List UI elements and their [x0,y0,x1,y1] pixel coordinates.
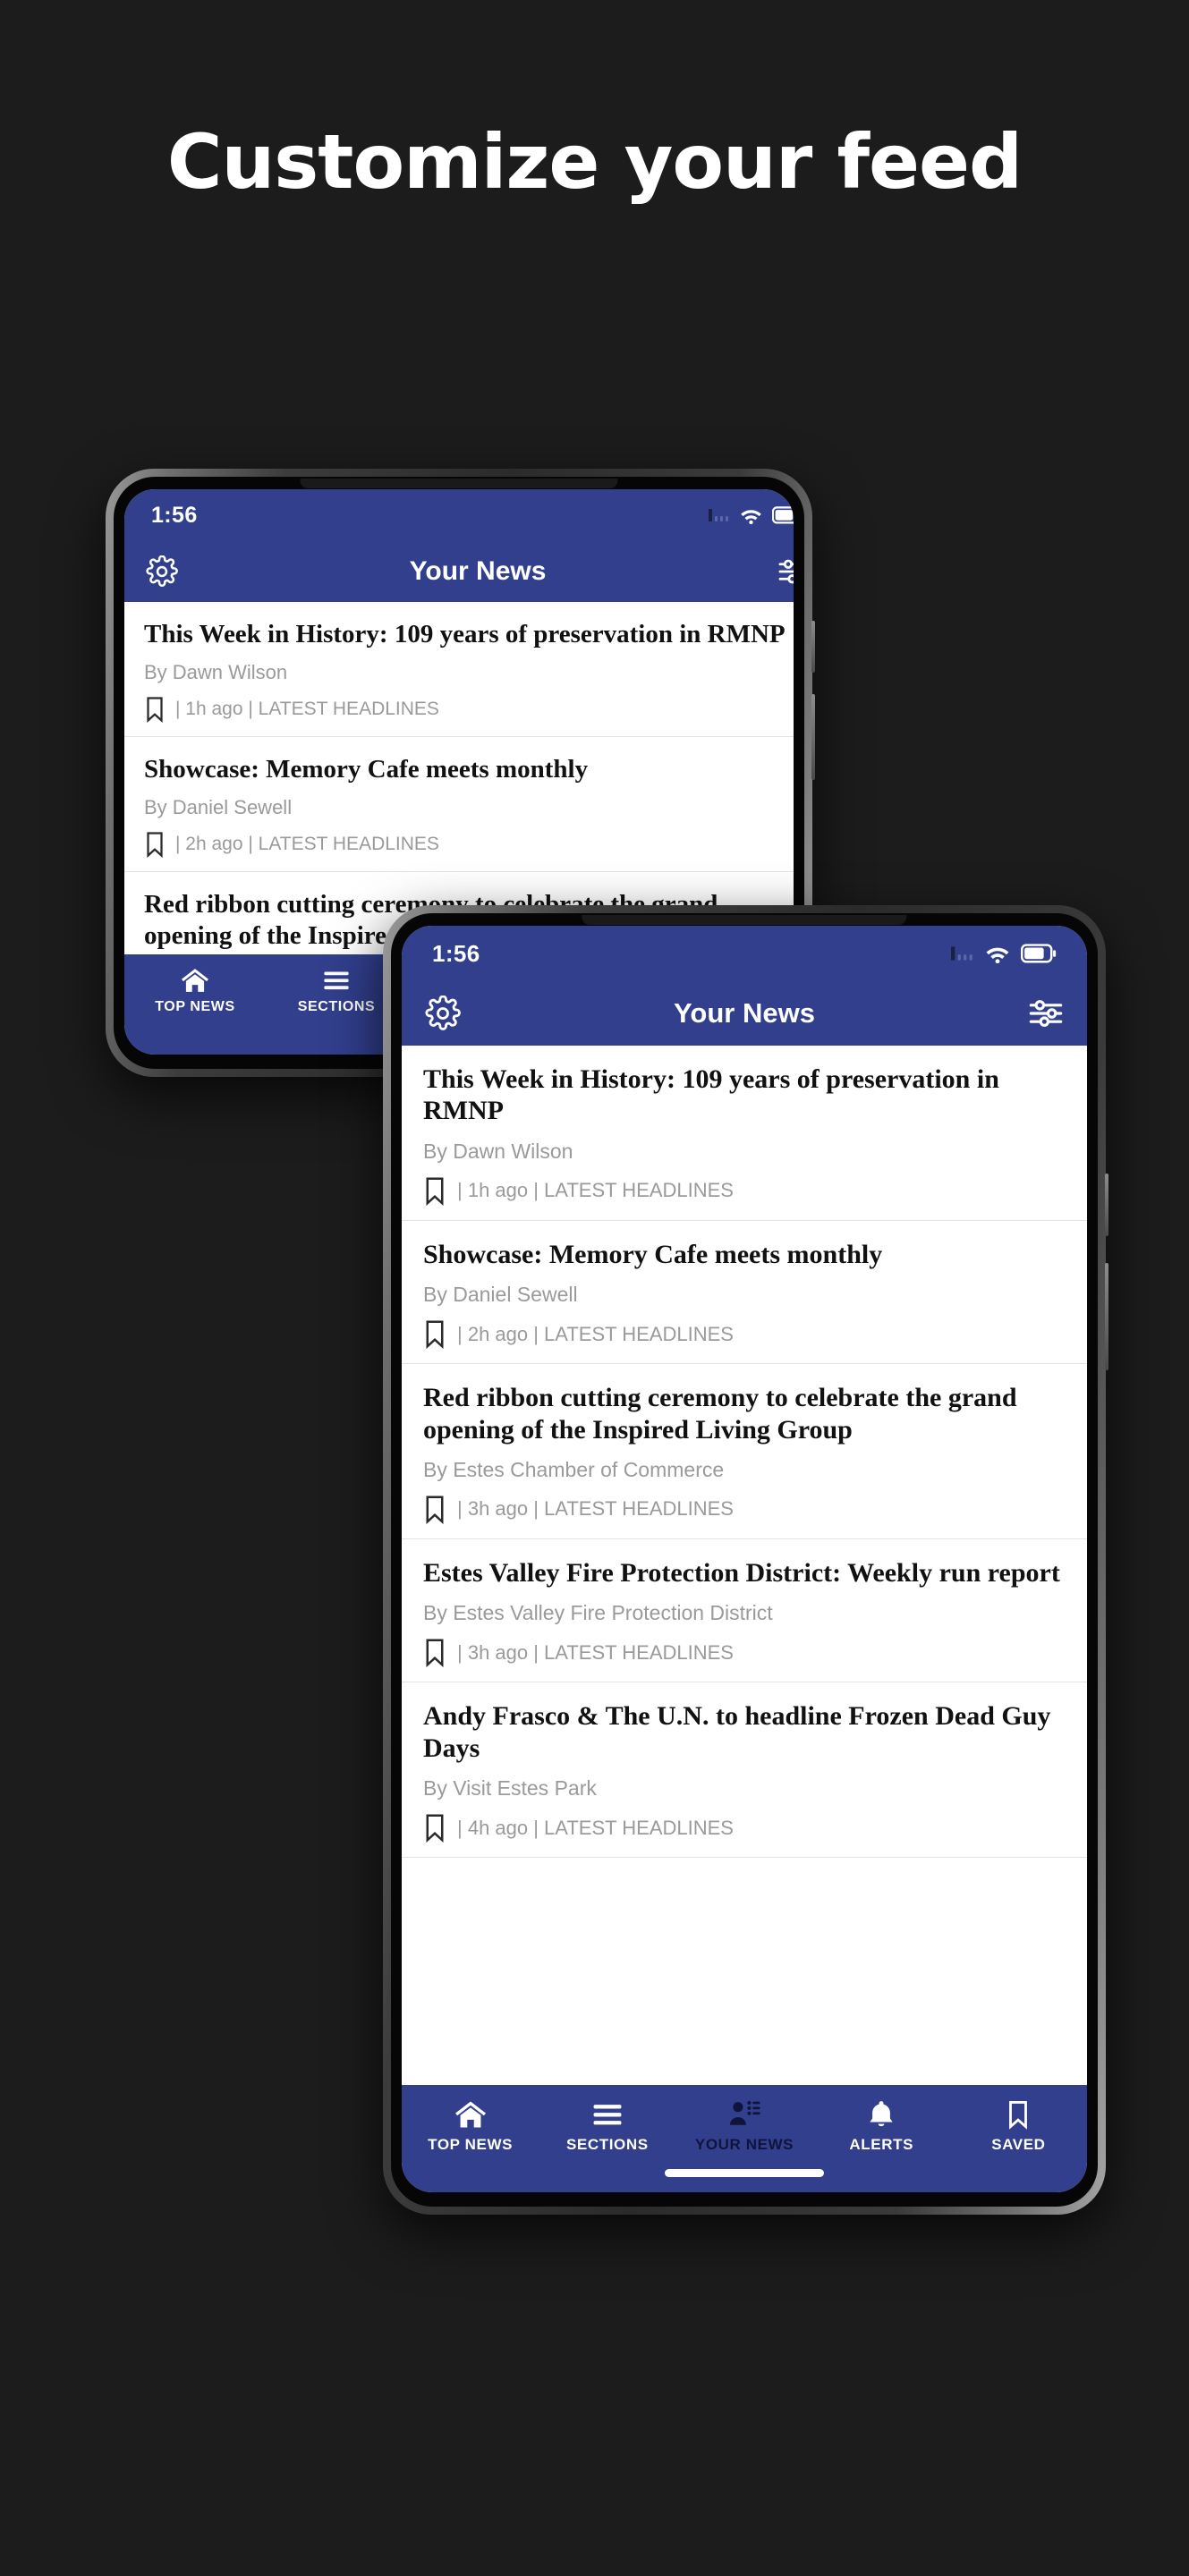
bookmark-icon[interactable] [144,696,166,724]
battery-icon [772,506,794,524]
article-meta-text: | 1h ago | LATEST HEADLINES [457,1179,734,1202]
battery-icon [1021,944,1057,963]
power-button[interactable] [811,621,815,673]
phone-device-front: 1:56 Your News This Week in History: 109… [383,905,1108,2215]
nav-tab-top-news[interactable]: TOP NEWS [402,2099,539,2154]
hamburger-icon [590,2099,624,2130]
gear-icon[interactable] [425,996,461,1031]
phone-bezel-front: 1:56 Your News This Week in History: 109… [391,913,1098,2207]
bookmark-icon [1001,2099,1035,2130]
bell-icon [864,2099,898,2130]
article-headline[interactable]: Showcase: Memory Cafe meets monthly [423,1239,1066,1270]
article-byline: By Visit Estes Park [423,1776,597,1801]
bookmark-icon[interactable] [423,1495,446,1524]
article-meta: | 1h ago | LATEST HEADLINES [423,1176,1066,1206]
article-row[interactable]: Showcase: Memory Cafe meets monthly By D… [124,737,794,873]
bottom-navigation: TOP NEWS SECTIONS [402,2085,1087,2192]
article-byline: By Estes Chamber of Commerce [423,1457,725,1481]
wifi-icon [739,506,763,524]
article-headline[interactable]: Andy Frasco & The U.N. to headline Froze… [423,1700,1066,1764]
article-headline[interactable]: Showcase: Memory Cafe meets monthly [144,754,794,784]
status-clock: 1:56 [432,939,480,967]
tune-sliders-icon[interactable] [777,555,794,588]
gesture-bar [665,2169,824,2177]
article-headline[interactable]: This Week in History: 109 years of prese… [144,619,794,649]
article-headline[interactable]: Estes Valley Fire Protection District: W… [423,1557,1066,1589]
article-meta-text: | 2h ago | LATEST HEADLINES [175,834,439,855]
phone-notch-front [582,915,907,925]
app-bar-title: Your News [409,556,547,586]
volume-button[interactable] [811,694,815,780]
article-meta: | 3h ago | LATEST HEADLINES [423,1495,1066,1524]
screenshot-canvas: Customize your feed 1:56 Your News This … [0,0,1189,2576]
person-list-icon [727,2099,761,2130]
nav-tab-top-news[interactable]: TOP NEWS [124,967,266,1015]
article-byline: By Daniel Sewell [423,1283,578,1307]
app-screen-front: 1:56 Your News This Week in History: 109… [402,926,1087,2192]
article-headline[interactable]: Red ribbon cutting ceremony to celebrate… [423,1382,1066,1445]
phone-notch-back [300,479,618,488]
nav-label: ALERTS [849,2136,914,2153]
nav-tab-your-news[interactable]: YOUR NEWS [675,2099,812,2154]
page-title: Customize your feed [166,118,1023,206]
article-byline: By Daniel Sewell [144,796,293,819]
tune-sliders-icon[interactable] [1028,996,1064,1031]
nav-tab-sections[interactable]: SECTIONS [539,2099,675,2154]
home-icon [180,967,210,994]
article-byline: By Dawn Wilson [144,661,288,684]
article-meta: | 4h ago | LATEST HEADLINES [423,1813,1066,1843]
wifi-icon [984,944,1011,963]
nav-label: SAVED [991,2136,1046,2153]
article-meta-text: | 3h ago | LATEST HEADLINES [457,1497,734,1521]
status-icons [951,944,1057,963]
nav-label: YOUR NEWS [694,2136,794,2153]
article-meta: | 2h ago | LATEST HEADLINES [423,1319,1066,1350]
nav-label: TOP NEWS [428,2136,514,2153]
status-bar: 1:56 [402,926,1087,981]
power-button[interactable] [1105,1174,1108,1236]
article-byline: By Estes Valley Fire Protection District [423,1601,773,1625]
article-meta: | 2h ago | LATEST HEADLINES [144,831,794,859]
article-meta: | 3h ago | LATEST HEADLINES [423,1638,1066,1668]
hamburger-icon [321,967,352,994]
article-feed[interactable]: This Week in History: 109 years of prese… [124,602,794,954]
article-row[interactable]: Showcase: Memory Cafe meets monthly By D… [402,1220,1087,1365]
gear-icon[interactable] [146,555,178,588]
article-row[interactable]: Andy Frasco & The U.N. to headline Froze… [402,1682,1087,1859]
article-row[interactable]: Estes Valley Fire Protection District: W… [402,1538,1087,1683]
bookmark-icon[interactable] [423,1813,446,1843]
bookmark-icon[interactable] [423,1176,446,1206]
nav-tab-saved[interactable]: SAVED [950,2099,1087,2154]
bookmark-icon[interactable] [423,1638,446,1668]
status-clock: 1:56 [151,502,198,528]
app-bar: Your News [402,981,1087,1046]
status-icons [709,506,794,524]
article-byline: By Dawn Wilson [423,1139,573,1163]
article-meta-text: | 1h ago | LATEST HEADLINES [175,699,439,720]
article-headline[interactable]: This Week in History: 109 years of prese… [423,1063,1066,1127]
article-meta-text: | 4h ago | LATEST HEADLINES [457,1816,734,1839]
nav-label: SECTIONS [297,999,376,1014]
article-feed[interactable]: This Week in History: 109 years of prese… [402,1046,1087,2085]
article-meta-text: | 2h ago | LATEST HEADLINES [457,1322,734,1345]
app-bar-title: Your News [674,997,815,1029]
app-bar: Your News [124,541,794,602]
article-row[interactable]: Red ribbon cutting ceremony to celebrate… [402,1364,1087,1539]
bookmark-icon[interactable] [423,1319,446,1350]
bookmark-icon[interactable] [144,831,166,859]
article-meta: | 1h ago | LATEST HEADLINES [144,696,794,724]
article-meta-text: | 3h ago | LATEST HEADLINES [457,1640,734,1664]
cellular-signal-icon [951,945,974,962]
article-row[interactable]: This Week in History: 109 years of prese… [402,1046,1087,1221]
cellular-signal-icon [709,507,730,523]
volume-button[interactable] [1105,1263,1108,1370]
nav-label: SECTIONS [565,2136,649,2153]
nav-label: TOP NEWS [155,999,235,1014]
status-bar: 1:56 [124,489,794,541]
home-icon [454,2099,488,2130]
article-row[interactable]: This Week in History: 109 years of prese… [124,602,794,738]
nav-tab-alerts[interactable]: ALERTS [813,2099,950,2154]
